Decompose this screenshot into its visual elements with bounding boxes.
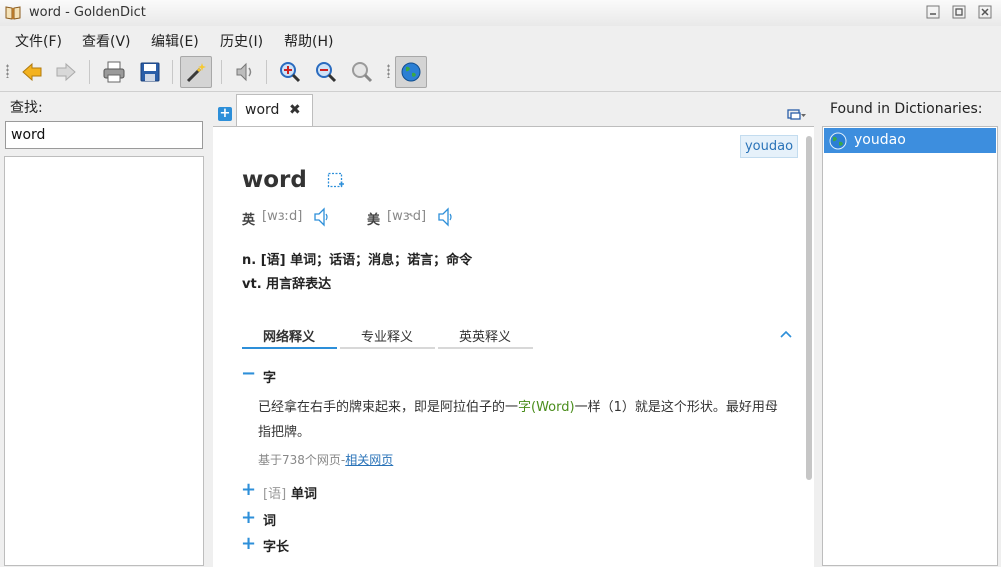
sense-title: 字: [263, 371, 277, 386]
active-tab-underline: [242, 347, 337, 349]
zoom-reset-icon: [352, 62, 373, 83]
menu-edit[interactable]: 编辑(E): [151, 31, 199, 51]
sense-title: 字长: [263, 540, 290, 555]
tab-underline: [340, 347, 435, 349]
toolbar-separator: [89, 60, 90, 84]
menu-help[interactable]: 帮助(H): [284, 31, 333, 51]
pronounce-button[interactable]: [228, 56, 260, 88]
back-icon: [22, 62, 42, 82]
print-icon: [103, 61, 125, 83]
sense-highlight: 字(Word): [518, 400, 575, 415]
collapse-arrow-icon[interactable]: [780, 330, 792, 338]
tab-close-icon[interactable]: ✖: [289, 102, 301, 118]
maximize-icon[interactable]: [952, 5, 966, 19]
uk-phonetic: [wɜːd]: [262, 209, 303, 224]
minimize-icon[interactable]: [926, 5, 940, 19]
sense-prefix: [语]: [263, 487, 287, 502]
window-title: word - GoldenDict: [29, 5, 146, 20]
search-input[interactable]: [5, 121, 203, 149]
headword: word: [242, 167, 307, 193]
menu-file[interactable]: 文件(F): [15, 31, 62, 51]
us-speaker-icon[interactable]: [437, 207, 453, 227]
tab-underline: [438, 347, 533, 349]
tab-english-definitions[interactable]: 英英释义: [459, 326, 511, 345]
goldendict-book-icon: [5, 6, 21, 20]
uk-speaker-icon[interactable]: [313, 207, 329, 227]
add-to-wordbook-icon[interactable]: [327, 172, 345, 190]
forward-button[interactable]: [50, 56, 82, 88]
new-tab-button[interactable]: +: [218, 107, 232, 121]
web-button[interactable]: [395, 56, 427, 88]
dictionary-item-label[interactable]: youdao: [854, 132, 906, 148]
us-phonetic: [wɝd]: [387, 209, 427, 224]
expand-sense-icon[interactable]: +: [241, 481, 256, 499]
definition-verb: vt. 用言辞表达: [242, 277, 332, 292]
definition-noun: n. [语] 单词；话语；消息；诺言；命令: [242, 253, 473, 268]
close-window-icon[interactable]: [978, 5, 992, 19]
toolbar-separator: [221, 60, 222, 84]
menu-history[interactable]: 历史(I): [220, 31, 263, 51]
toolbar-separator: [172, 60, 173, 84]
dictionary-list[interactable]: [822, 126, 998, 566]
zoom-in-icon: [280, 62, 301, 83]
article-scrollbar[interactable]: [806, 136, 812, 480]
scan-popup-button[interactable]: [180, 56, 212, 88]
word-list[interactable]: [4, 156, 204, 566]
sense-source: 基于738个网页-相关网页: [258, 451, 393, 468]
zoom-out-icon: [316, 62, 337, 83]
speaker-icon: [236, 62, 252, 82]
sense-title: 词: [263, 514, 277, 529]
tab-list-menu-icon[interactable]: [787, 108, 807, 122]
zoom-reset-button[interactable]: [346, 56, 378, 88]
expand-sense-icon[interactable]: +: [241, 509, 256, 527]
expand-sense-icon[interactable]: +: [241, 535, 256, 553]
toolbar-grip[interactable]: [6, 64, 9, 78]
zoom-in-button[interactable]: [274, 56, 306, 88]
found-in-dictionaries-label: Found in Dictionaries:: [830, 101, 983, 117]
forward-icon: [56, 62, 76, 82]
save-icon: [140, 62, 160, 82]
dictionary-item-youdao[interactable]: [824, 128, 996, 153]
dictionary-badge[interactable]: youdao: [740, 135, 798, 158]
menu-view[interactable]: 查看(V): [82, 31, 131, 51]
collapse-sense-icon[interactable]: −: [241, 365, 256, 383]
globe-icon: [401, 62, 421, 82]
source-prefix: 基于738个网页-: [258, 453, 346, 467]
tab-label[interactable]: word: [245, 102, 279, 118]
tab-web-definitions[interactable]: 网络释义: [263, 326, 315, 345]
sense-text-start: 已经拿在右手的牌束起来，即是阿拉伯子的一: [258, 400, 519, 415]
zoom-out-button[interactable]: [310, 56, 342, 88]
lookup-label: 查找:: [10, 100, 43, 116]
sense-title: 单词: [291, 487, 318, 502]
globe-icon: [829, 132, 847, 150]
print-button[interactable]: [98, 56, 130, 88]
title-bar: [0, 0, 1001, 27]
tab-professional-definitions[interactable]: 专业释义: [361, 326, 413, 345]
sense-text: 已经拿在右手的牌束起来，即是阿拉伯子的一字(Word)一样（1）就是这个形状。最…: [258, 395, 788, 445]
related-pages-link[interactable]: 相关网页: [345, 453, 393, 467]
back-button[interactable]: [16, 56, 48, 88]
toolbar-separator: [266, 60, 267, 84]
uk-label: 英: [242, 213, 256, 228]
us-label: 美: [367, 213, 381, 228]
magic-wand-icon: [186, 63, 206, 83]
save-button[interactable]: [134, 56, 166, 88]
toolbar-grip[interactable]: [387, 64, 390, 78]
